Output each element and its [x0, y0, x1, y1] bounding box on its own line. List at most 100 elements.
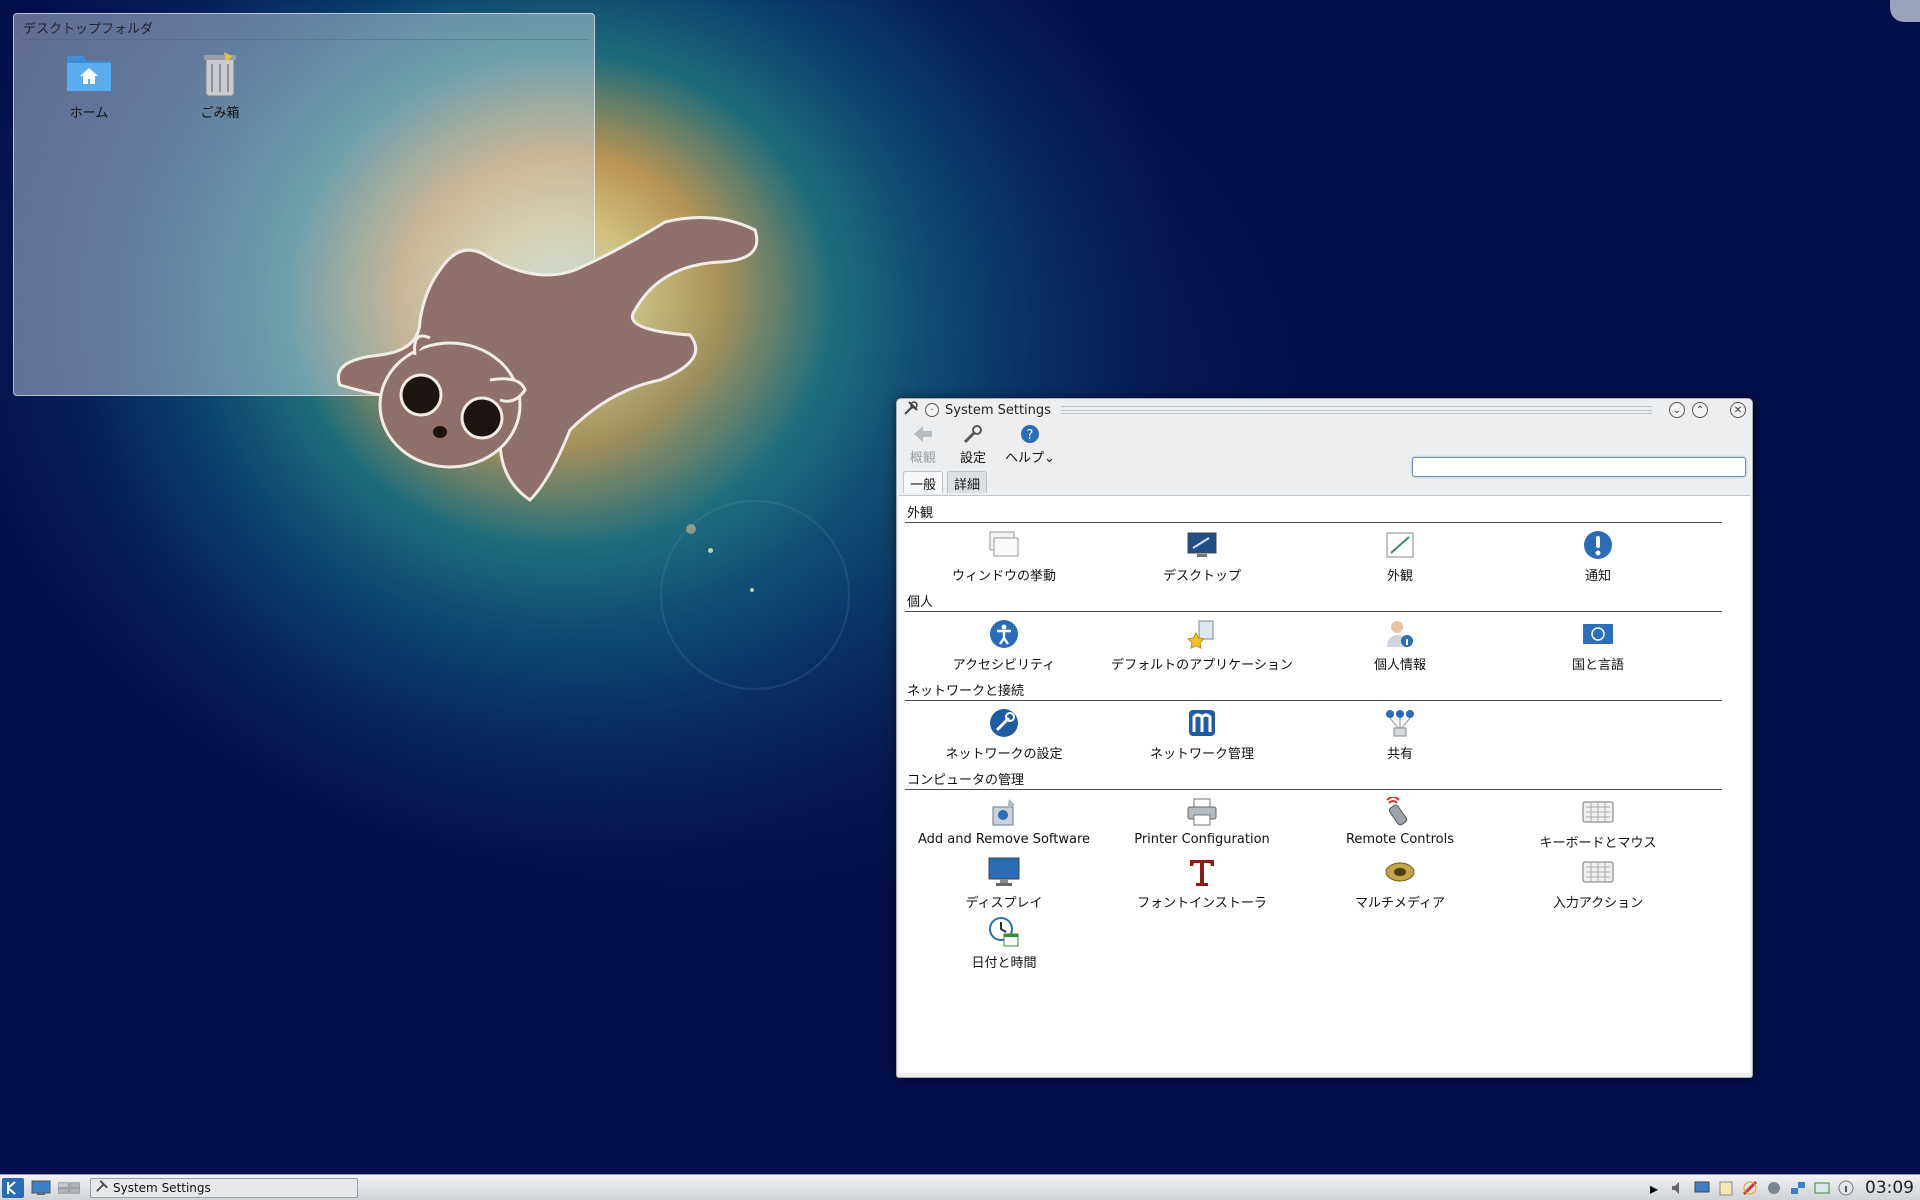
settings-item-label: フォントインストーラ — [1137, 896, 1267, 911]
devices-icon[interactable] — [1813, 1179, 1831, 1197]
settings-item-network-management[interactable]: ネットワーク管理 — [1103, 705, 1301, 765]
system-settings-app-icon[interactable] — [903, 400, 919, 420]
remote-control-icon — [1384, 796, 1416, 828]
desktop-icon-trash[interactable]: ごみ箱 — [170, 50, 270, 121]
clock[interactable]: 03:09 — [1865, 1178, 1914, 1198]
tray-expand-icon[interactable]: ▸ — [1645, 1179, 1663, 1198]
pager-icon[interactable] — [58, 1178, 80, 1198]
back-overview-button[interactable]: 概観 — [905, 423, 941, 466]
settings-item-locale[interactable]: 国と言語 — [1499, 616, 1697, 676]
help-label-row: ヘルプ⌄ — [1005, 447, 1055, 466]
settings-item-label: 国と言語 — [1571, 658, 1624, 673]
taskbar-button-system-settings[interactable]: System Settings — [90, 1177, 358, 1198]
input-actions-icon — [1582, 856, 1614, 888]
settings-item-date-time[interactable]: 日付と時間 — [905, 914, 1103, 974]
settings-content: 外観 ウィンドウの挙動 デスクトップ 外観 通知 個人 アクセシビリティ デフォ… — [899, 495, 1750, 1073]
window-title: System Settings — [945, 402, 1051, 418]
help-label: ヘルプ — [1005, 451, 1045, 466]
chevron-down-icon: ⌄ — [1044, 451, 1055, 466]
system-settings-task-icon — [95, 1179, 109, 1196]
tab-general[interactable]: 一般 — [903, 471, 944, 493]
settings-item-label: デフォルトのアプリケーション — [1111, 658, 1293, 673]
settings-item-multimedia[interactable]: マルチメディア — [1301, 854, 1499, 914]
help-menu-button[interactable]: ? ヘルプ⌄ — [1005, 423, 1055, 466]
display-icon — [988, 856, 1020, 888]
personal-info-icon — [1384, 618, 1416, 650]
desktop-icon — [1186, 529, 1218, 561]
network-tray-icon[interactable] — [1789, 1179, 1807, 1197]
settings-item-personal-info[interactable]: 個人情報 — [1301, 616, 1499, 676]
settings-item-label: 外観 — [1386, 569, 1413, 584]
section-grid-appearance: ウィンドウの挙動 デスクトップ 外観 通知 — [905, 523, 1742, 589]
updater-icon[interactable] — [1741, 1179, 1759, 1197]
info-icon[interactable] — [1837, 1179, 1855, 1197]
settings-item-network-settings[interactable]: ネットワークの設定 — [905, 705, 1103, 765]
settings-item-desktop[interactable]: デスクトップ — [1103, 527, 1301, 587]
window-menu-button[interactable]: · — [925, 403, 939, 417]
close-button[interactable]: ✕ — [1730, 402, 1746, 418]
section-title-system-administration: コンピュータの管理 — [905, 767, 1722, 790]
flying-squirrel-wallpaper-mascot — [337, 216, 759, 502]
application-launcher-icon[interactable] — [2, 1177, 24, 1198]
settings-item-sharing[interactable]: 共有 — [1301, 705, 1499, 765]
settings-item-remote-controls[interactable]: Remote Controls — [1301, 794, 1499, 854]
settings-item-label: Remote Controls — [1345, 832, 1455, 847]
settings-item-notification[interactable]: 通知 — [1499, 527, 1697, 587]
desktop-icon-home[interactable]: ホーム — [39, 50, 139, 121]
settings-item-input-actions[interactable]: 入力アクション — [1499, 854, 1697, 914]
configure-button[interactable]: 設定 — [955, 423, 991, 466]
show-desktop-icon[interactable] — [30, 1178, 52, 1198]
home-folder-icon — [65, 50, 113, 98]
settings-item-appearance[interactable]: 外観 — [1301, 527, 1499, 587]
settings-item-label: デスクトップ — [1162, 569, 1241, 584]
view-tabs: 一般 詳細 — [897, 471, 1752, 493]
help-icon: ? — [1019, 423, 1041, 445]
settings-item-accessibility[interactable]: アクセシビリティ — [905, 616, 1103, 676]
appearance-icon — [1384, 529, 1416, 561]
configure-label: 設定 — [959, 451, 986, 466]
desktop-toolbox-button[interactable] — [1890, 0, 1920, 22]
window-titlebar[interactable]: · System Settings ⌄ ⌃ ✕ — [897, 399, 1752, 421]
default-applications-icon — [1186, 618, 1218, 650]
settings-item-label: ネットワークの設定 — [945, 747, 1063, 762]
settings-item-label: 日付と時間 — [971, 956, 1037, 971]
settings-item-default-applications[interactable]: デフォルトのアプリケーション — [1103, 616, 1301, 676]
desktop-folder-title: デスクトップフォルダ — [20, 14, 588, 40]
section-title-network: ネットワークと接続 — [905, 678, 1722, 701]
multimedia-icon — [1384, 856, 1416, 888]
system-settings-window[interactable]: · System Settings ⌄ ⌃ ✕ 概観 設定 ? ヘルプ⌄ 一般 — [896, 398, 1753, 1078]
wrench-icon — [962, 423, 984, 445]
taskbar: System Settings ▸ 03:09 — [0, 1174, 1920, 1200]
settings-item-window-behavior[interactable]: ウィンドウの挙動 — [905, 527, 1103, 587]
settings-item-label: Printer Configuration — [1134, 832, 1270, 847]
section-title-personal: 個人 — [905, 589, 1722, 612]
settings-item-printer-configuration[interactable]: Printer Configuration — [1103, 794, 1301, 854]
wallpaper-sparkle — [686, 524, 696, 534]
settings-item-label: キーボードとマウス — [1539, 836, 1657, 851]
printer-icon — [1186, 796, 1218, 828]
settings-item-font-installer[interactable]: フォントインストーラ — [1103, 854, 1301, 914]
section-grid-system-administration: Add and Remove Software Printer Configur… — [905, 790, 1742, 976]
settings-item-keyboard-mouse[interactable]: キーボードとマウス — [1499, 794, 1697, 854]
volume-icon[interactable] — [1669, 1179, 1687, 1197]
clipboard-icon[interactable] — [1717, 1179, 1735, 1197]
bluetooth-icon[interactable] — [1765, 1179, 1783, 1197]
locale-icon — [1582, 618, 1614, 650]
network-settings-icon — [988, 707, 1020, 739]
tab-advanced[interactable]: 詳細 — [947, 471, 988, 493]
settings-item-display[interactable]: ディスプレイ — [905, 854, 1103, 914]
maximize-button[interactable]: ⌃ — [1692, 402, 1708, 418]
keyboard-mouse-icon — [1582, 796, 1614, 828]
settings-item-label: アクセシビリティ — [952, 658, 1056, 673]
font-installer-icon — [1186, 856, 1218, 888]
settings-item-label: ディスプレイ — [965, 896, 1043, 911]
section-title-appearance: 外観 — [905, 500, 1722, 523]
sharing-icon — [1384, 707, 1416, 739]
date-time-icon — [988, 916, 1020, 948]
arrow-left-icon — [912, 423, 934, 445]
minimize-button[interactable]: ⌄ — [1669, 402, 1685, 418]
accessibility-icon — [988, 618, 1020, 650]
settings-item-add-remove-software[interactable]: Add and Remove Software — [905, 794, 1103, 854]
display-tray-icon[interactable] — [1693, 1179, 1711, 1197]
network-management-icon — [1186, 707, 1218, 739]
